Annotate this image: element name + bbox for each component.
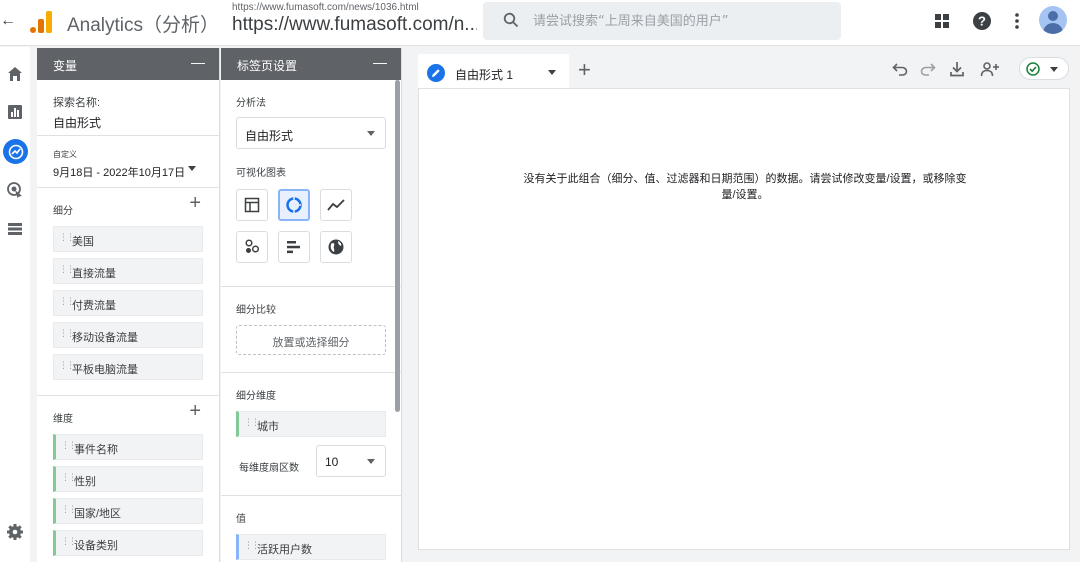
date-dropdown-caret-icon[interactable]: [188, 166, 196, 171]
table-icon: [244, 197, 260, 213]
dimensions-section: 维度 + 事件名称 性别 国家/地区 设备类别: [37, 396, 219, 562]
rows-per-dimension-select[interactable]: 10: [316, 445, 386, 477]
rows-per-dimension-label: 每维度扇区数: [239, 463, 299, 474]
values-label: 值: [236, 514, 246, 525]
property-selector[interactable]: https://www.fumasoft.com/news/1036.html …: [232, 2, 477, 36]
globe-icon: [328, 239, 344, 255]
viz-table-button[interactable]: [236, 189, 268, 221]
bar-chart-icon: [287, 241, 300, 254]
svg-text:?: ?: [978, 14, 986, 29]
visualization-label: 可视化图表: [236, 168, 286, 179]
home-icon[interactable]: [5, 64, 25, 84]
pencil-edit-icon[interactable]: [427, 64, 445, 82]
exploration-name-section: 探索名称: 自由形式: [37, 80, 219, 136]
property-url: https://www.fumasoft.com/n...: [232, 14, 477, 35]
segment-comparison-section: 细分比较 放置或选择细分: [221, 287, 401, 373]
advertising-icon[interactable]: [5, 180, 25, 200]
exploration-name-value[interactable]: 自由形式: [53, 114, 219, 131]
segment-dimension-chip[interactable]: 城市: [236, 411, 386, 437]
add-segment-plus-icon[interactable]: +: [189, 192, 201, 215]
segments-section: 细分 + 美国 直接流量 付费流量 移动设备流量 平板电脑流量: [37, 188, 219, 396]
variables-panel-title: 变量: [53, 59, 78, 73]
tab-settings-scrollbar[interactable]: [395, 80, 400, 412]
help-icon[interactable]: ?: [971, 10, 993, 32]
exploration-canvas[interactable]: 没有关于此组合（细分、值、过滤器和日期范围）的数据。请尝试修改变量/设置，或移除…: [418, 88, 1070, 550]
segment-drop-zone[interactable]: 放置或选择细分: [236, 325, 386, 355]
download-icon[interactable]: [947, 59, 967, 79]
segment-chip[interactable]: 直接流量: [53, 258, 203, 284]
segment-chip[interactable]: 平板电脑流量: [53, 354, 203, 380]
technique-label: 分析法: [236, 98, 266, 109]
tab-label: 自由形式 1: [455, 68, 514, 82]
segment-dimension-section: 细分维度 城市 每维度扇区数 10: [221, 373, 401, 496]
data-quality-status-button[interactable]: [1019, 57, 1069, 80]
tab-settings-panel-title: 标签页设置: [237, 59, 298, 73]
dimension-chip[interactable]: 性别: [53, 466, 203, 492]
analytics-logo[interactable]: [30, 9, 54, 33]
technique-section: 分析法 自由形式 可视化图表: [221, 80, 401, 287]
viz-donut-button[interactable]: [278, 189, 310, 221]
technique-select-value: 自由形式: [245, 129, 294, 143]
segment-chip[interactable]: 付费流量: [53, 290, 203, 316]
account-avatar[interactable]: [1039, 6, 1067, 34]
search-input[interactable]: [533, 11, 823, 31]
nav-rail: [0, 47, 30, 562]
apps-grid-icon[interactable]: [931, 10, 953, 32]
top-bar: ← Analytics（分析） https://www.fumasoft.com…: [0, 0, 1080, 46]
chevron-down-icon: [1050, 67, 1058, 72]
chevron-down-icon: [367, 459, 375, 464]
dimension-chip[interactable]: 设备类别: [53, 530, 203, 556]
add-dimension-plus-icon[interactable]: +: [189, 400, 201, 423]
search-box[interactable]: [483, 2, 841, 40]
values-section: 值 活跃用户数: [221, 496, 401, 562]
variables-panel-header: 变量 —: [37, 48, 219, 80]
dimension-chip[interactable]: 国家/地区: [53, 498, 203, 524]
viz-line-button[interactable]: [320, 189, 352, 221]
segment-chip[interactable]: 移动设备流量: [53, 322, 203, 348]
check-circle-icon: [1026, 62, 1040, 81]
date-range-section[interactable]: 自定义 9月18日 - 2022年10月17日: [37, 136, 219, 188]
reports-icon[interactable]: [5, 102, 25, 122]
property-url-small: https://www.fumasoft.com/news/1036.html: [232, 2, 419, 13]
settings-gear-icon[interactable]: [5, 522, 25, 542]
exploration-name-label: 探索名称:: [53, 97, 101, 109]
dimension-chip[interactable]: 事件名称: [53, 434, 203, 460]
segment-comparison-label: 细分比较: [236, 305, 276, 316]
line-chart-icon: [327, 199, 345, 211]
search-icon: [503, 12, 519, 33]
tab-settings-panel: 标签页设置 — 分析法 自由形式 可视化图表 细分比较 放置或选择细分 细分维度…: [221, 48, 402, 562]
chevron-down-icon: [367, 131, 375, 136]
scatter-chart-icon: [245, 239, 260, 253]
segment-chip[interactable]: 美国: [53, 226, 203, 252]
undo-icon[interactable]: [890, 59, 910, 79]
empty-state-message: 没有关于此组合（细分、值、过滤器和日期范围）的数据。请尝试修改变量/设置，或移除…: [523, 173, 967, 201]
viz-bar-button[interactable]: [278, 231, 310, 263]
explore-icon[interactable]: [3, 139, 28, 164]
add-tab-plus-icon[interactable]: +: [578, 57, 591, 83]
configure-icon[interactable]: [5, 219, 25, 239]
technique-select[interactable]: 自由形式: [236, 117, 386, 149]
more-vert-icon[interactable]: [1006, 10, 1028, 32]
viz-scatter-button[interactable]: [236, 231, 268, 263]
tab-freeform-1[interactable]: 自由形式 1: [418, 54, 569, 88]
metric-chip[interactable]: 活跃用户数: [236, 534, 386, 560]
segment-dimension-label: 细分维度: [236, 391, 276, 402]
viz-geo-button[interactable]: [320, 231, 352, 263]
back-arrow-icon[interactable]: ←: [0, 12, 16, 30]
tab-settings-panel-header: 标签页设置 —: [221, 48, 401, 80]
variables-panel: 变量 — 探索名称: 自由形式 自定义 9月18日 - 2022年10月17日 …: [37, 48, 220, 562]
rows-per-dimension-value: 10: [325, 455, 339, 469]
app-title: Analytics（分析）: [67, 15, 220, 36]
redo-icon[interactable]: [918, 59, 938, 79]
tab-bar: 自由形式 1 +: [418, 54, 1070, 88]
minimize-icon[interactable]: —: [373, 54, 387, 70]
tab-dropdown-caret-icon[interactable]: [548, 70, 556, 75]
minimize-icon[interactable]: —: [191, 54, 205, 70]
date-range-label: 自定义: [53, 150, 77, 159]
donut-chart-icon: [286, 197, 302, 213]
share-add-person-icon[interactable]: [980, 59, 1000, 79]
